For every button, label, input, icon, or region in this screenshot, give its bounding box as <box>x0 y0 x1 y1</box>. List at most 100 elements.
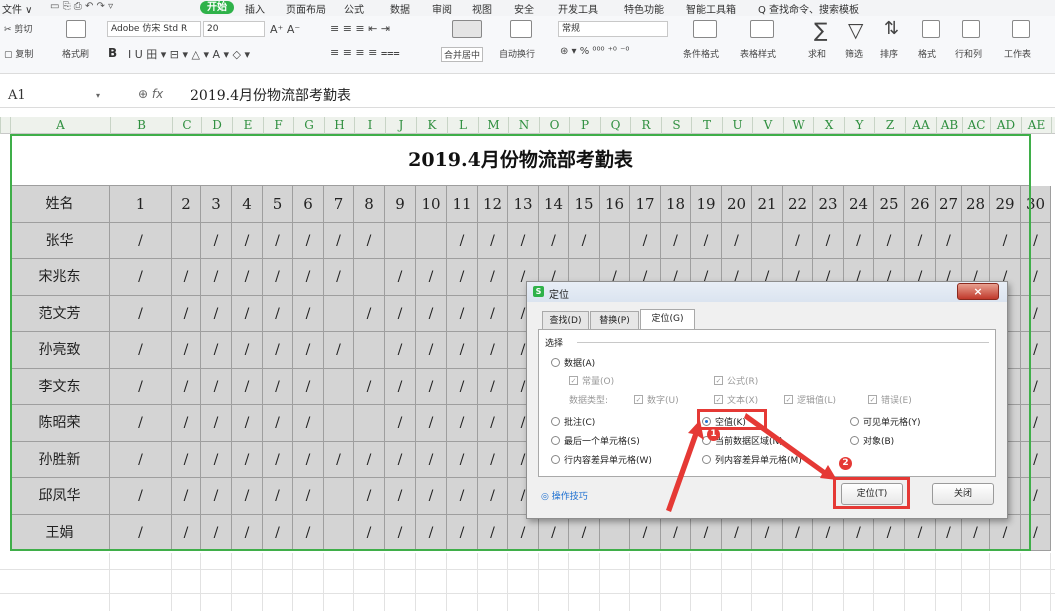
attendance-cell[interactable]: / <box>569 222 600 259</box>
attendance-cell[interactable]: / <box>478 441 508 478</box>
attendance-cell[interactable]: / <box>324 259 354 296</box>
attendance-cell[interactable] <box>324 405 354 442</box>
checkbox-number[interactable]: ✓ 数字(U) <box>634 393 679 406</box>
attendance-cell[interactable]: / <box>1021 441 1051 478</box>
column-header-af[interactable]: AF <box>1051 117 1055 134</box>
attendance-cell[interactable]: / <box>201 332 232 369</box>
attendance-cell[interactable]: / <box>172 441 201 478</box>
header-day-cell[interactable]: 10 <box>416 186 447 223</box>
header-day-cell[interactable]: 1 <box>110 186 172 223</box>
attendance-cell[interactable]: / <box>416 368 447 405</box>
attendance-cell[interactable]: / <box>263 259 293 296</box>
worksheet-button[interactable]: 工作表 <box>1004 47 1031 60</box>
employee-name-cell[interactable]: 宋兆东 <box>10 259 110 296</box>
attendance-cell[interactable]: / <box>263 295 293 332</box>
attendance-cell[interactable]: / <box>447 332 478 369</box>
attendance-cell[interactable]: / <box>201 478 232 515</box>
attendance-cell[interactable] <box>324 368 354 405</box>
font-style-icons[interactable]: I U 田 ▾ ⊟ ▾ △ ▾ A ▾ ◇ ▾ <box>128 46 250 62</box>
attendance-cell[interactable]: / <box>385 441 416 478</box>
attendance-cell[interactable]: / <box>232 368 263 405</box>
attendance-cell[interactable]: / <box>232 259 263 296</box>
fx-icon[interactable]: ⊕ fx <box>138 87 163 101</box>
cut-button[interactable]: ✂ 剪切 <box>4 22 32 35</box>
header-day-cell[interactable]: 13 <box>508 186 539 223</box>
wrap-text-button[interactable]: 自动换行 <box>499 47 535 60</box>
table-style-button[interactable]: 表格样式 <box>740 47 776 60</box>
attendance-cell[interactable]: / <box>416 295 447 332</box>
attendance-cell[interactable]: / <box>263 478 293 515</box>
header-day-cell[interactable]: 25 <box>874 186 905 223</box>
attendance-cell[interactable]: / <box>447 368 478 405</box>
attendance-cell[interactable]: / <box>324 222 354 259</box>
menu-developer[interactable]: 开发工具 <box>558 1 598 16</box>
employee-name-cell[interactable]: 孙亮致 <box>10 332 110 369</box>
attendance-cell[interactable]: / <box>722 514 752 551</box>
sheet-title[interactable]: 2019.4月份物流部考勤表 <box>10 134 1031 186</box>
number-format-select[interactable]: 常规 <box>558 21 668 37</box>
attendance-cell[interactable]: / <box>416 514 447 551</box>
filter-button[interactable]: 筛选 <box>845 47 863 60</box>
attendance-cell[interactable]: / <box>416 332 447 369</box>
format-button[interactable]: 格式 <box>918 47 936 60</box>
attendance-cell[interactable]: / <box>691 222 722 259</box>
attendance-cell[interactable]: / <box>232 478 263 515</box>
attendance-cell[interactable]: / <box>447 478 478 515</box>
header-day-cell[interactable]: 6 <box>293 186 324 223</box>
tips-link[interactable]: ◎ 操作技巧 <box>541 489 588 502</box>
close-button[interactable]: 关闭 <box>932 483 994 505</box>
attendance-cell[interactable] <box>600 222 630 259</box>
number-format-icons[interactable]: ⊛ ▾ % ⁰⁰⁰ ⁺⁰ ⁻⁰ <box>560 46 629 57</box>
conditional-format-button[interactable]: 条件格式 <box>683 47 719 60</box>
employee-name-cell[interactable]: 邱凤华 <box>10 478 110 515</box>
attendance-cell[interactable]: / <box>385 478 416 515</box>
attendance-cell[interactable]: / <box>416 478 447 515</box>
column-header-x[interactable]: X <box>813 117 844 134</box>
menu-home[interactable]: 开始 <box>200 1 234 14</box>
attendance-cell[interactable]: / <box>293 368 324 405</box>
attendance-cell[interactable]: / <box>263 368 293 405</box>
attendance-cell[interactable]: / <box>936 222 962 259</box>
attendance-cell[interactable]: / <box>110 295 172 332</box>
menu-special[interactable]: 特色功能 <box>624 1 664 16</box>
header-day-cell[interactable]: 21 <box>752 186 783 223</box>
attendance-cell[interactable]: / <box>783 514 813 551</box>
header-day-cell[interactable]: 11 <box>447 186 478 223</box>
header-day-cell[interactable]: 27 <box>936 186 962 223</box>
attendance-cell[interactable]: / <box>110 478 172 515</box>
attendance-cell[interactable]: / <box>478 222 508 259</box>
menu-view[interactable]: 视图 <box>472 1 492 16</box>
format-painter-button[interactable]: 格式刷 <box>62 47 89 60</box>
attendance-cell[interactable]: / <box>478 368 508 405</box>
attendance-cell[interactable]: / <box>293 295 324 332</box>
sum-icon[interactable]: ∑ <box>814 18 827 42</box>
attendance-cell[interactable]: / <box>1021 368 1051 405</box>
attendance-cell[interactable]: / <box>783 222 813 259</box>
font-grow-icon[interactable]: A⁺ A⁻ <box>270 23 300 36</box>
menu-toolbox[interactable]: 智能工具箱 <box>686 1 736 16</box>
attendance-cell[interactable]: / <box>630 514 661 551</box>
header-day-cell[interactable]: 26 <box>905 186 936 223</box>
format-painter-icon[interactable] <box>66 20 86 38</box>
header-day-cell[interactable]: 14 <box>539 186 569 223</box>
attendance-cell[interactable]: / <box>232 332 263 369</box>
column-header-k[interactable]: K <box>416 117 447 134</box>
column-header-q[interactable]: Q <box>600 117 630 134</box>
attendance-cell[interactable]: / <box>539 222 569 259</box>
wrap-text-icon[interactable] <box>510 20 532 38</box>
attendance-cell[interactable]: / <box>478 478 508 515</box>
copy-button[interactable]: ▢ 复制 <box>4 47 33 60</box>
column-header-o[interactable]: O <box>539 117 569 134</box>
radio-blank[interactable]: 空值(K) <box>702 415 746 428</box>
column-header-b[interactable]: B <box>110 117 172 134</box>
attendance-cell[interactable]: / <box>691 514 722 551</box>
column-header-j[interactable]: J <box>385 117 416 134</box>
attendance-cell[interactable] <box>752 222 783 259</box>
column-header-z[interactable]: Z <box>874 117 905 134</box>
radio-visible-cells[interactable]: 可见单元格(Y) <box>850 415 921 428</box>
menu-insert[interactable]: 插入 <box>245 1 265 16</box>
attendance-cell[interactable]: / <box>232 441 263 478</box>
attendance-cell[interactable]: / <box>478 259 508 296</box>
bold-button[interactable]: B <box>108 46 117 60</box>
attendance-cell[interactable]: / <box>263 405 293 442</box>
